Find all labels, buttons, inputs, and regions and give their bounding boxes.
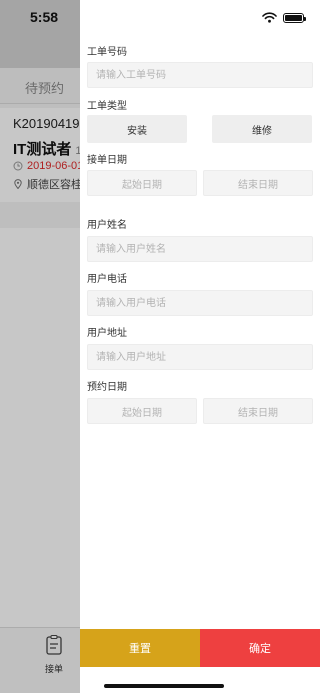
user-phone-label: 用户电话 bbox=[87, 274, 127, 285]
receive-date-start[interactable]: 起始日期 bbox=[87, 170, 197, 196]
appointment-date-range: 起始日期 结束日期 bbox=[87, 398, 313, 424]
status-icons bbox=[262, 12, 306, 23]
user-address-input[interactable] bbox=[87, 344, 313, 370]
user-name-input[interactable] bbox=[87, 236, 313, 262]
order-type-repair-button[interactable]: 维修 bbox=[212, 115, 312, 143]
appointment-date-label: 预约日期 bbox=[87, 382, 127, 393]
confirm-button[interactable]: 确定 bbox=[200, 629, 320, 667]
order-number-label: 工单号码 bbox=[87, 47, 127, 58]
order-type-label: 工单类型 bbox=[87, 101, 127, 112]
user-address-label: 用户地址 bbox=[87, 328, 127, 339]
receive-date-end[interactable]: 结束日期 bbox=[203, 170, 313, 196]
receive-date-range: 起始日期 结束日期 bbox=[87, 170, 313, 196]
reset-button[interactable]: 重置 bbox=[80, 629, 200, 667]
wifi-icon bbox=[262, 12, 277, 23]
user-phone-input[interactable] bbox=[87, 290, 313, 316]
appointment-date-end[interactable]: 结束日期 bbox=[203, 398, 313, 424]
home-indicator bbox=[104, 684, 224, 688]
appointment-date-start[interactable]: 起始日期 bbox=[87, 398, 197, 424]
filter-drawer: 工单号码 工单类型 安装 维修 接单日期 起始日期 结束日期 用户姓名 用户电话… bbox=[80, 0, 320, 693]
order-type-install-button[interactable]: 安装 bbox=[87, 115, 187, 143]
battery-icon bbox=[283, 12, 306, 23]
user-name-label: 用户姓名 bbox=[87, 220, 127, 231]
order-number-input[interactable] bbox=[87, 62, 313, 88]
receive-date-label: 接单日期 bbox=[87, 155, 127, 166]
